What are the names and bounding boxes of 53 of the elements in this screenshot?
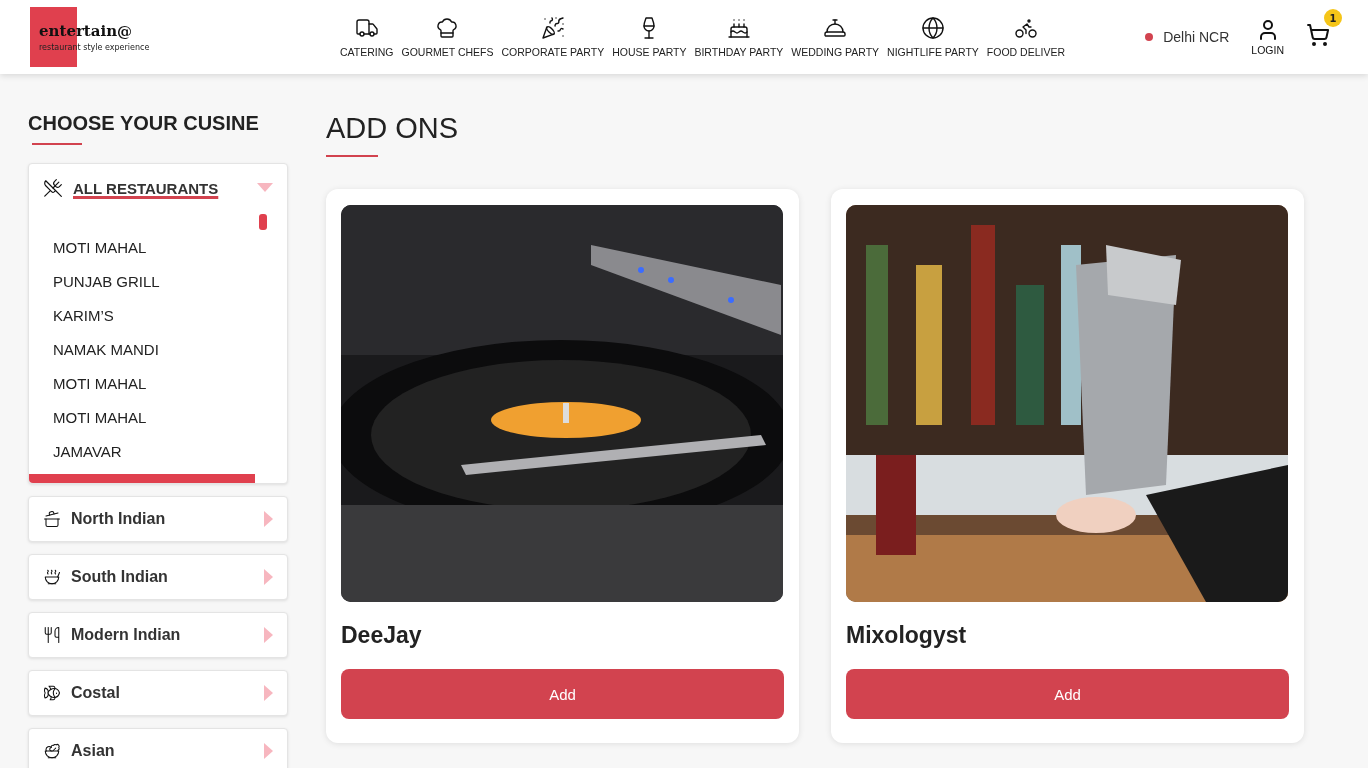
category-item[interactable]: Costal	[28, 670, 288, 716]
nav-link[interactable]: WEDDING PARTY	[791, 16, 880, 58]
category-label: Asian	[71, 742, 116, 760]
cooking-pot-icon	[43, 510, 61, 528]
category-item[interactable]: Asian	[28, 728, 288, 768]
add-button[interactable]: Add	[341, 669, 784, 719]
nav-link[interactable]: NIGHTLIFE PARTY	[887, 16, 979, 58]
addon-name: DeeJay	[341, 622, 423, 649]
restaurant-item[interactable]: PUNJAB GRILL	[53, 264, 287, 298]
utensils-icon	[43, 626, 61, 644]
party-popper-icon	[540, 16, 565, 40]
category-label: Modern Indian	[71, 626, 182, 644]
nav-link[interactable]: CATERING	[340, 16, 394, 58]
restaurant-item[interactable]: KARIM’S	[53, 298, 287, 332]
utensils-icon	[43, 178, 63, 198]
category-item[interactable]: North Indian	[28, 496, 288, 542]
category-label: ALL RESTAURANTS	[73, 179, 219, 197]
section-heading: CHOOSE YOUR CUSINE	[28, 112, 260, 135]
location-label[interactable]: Delhi NCR	[1163, 29, 1230, 45]
category-label: Costal	[71, 684, 121, 702]
login-link[interactable]: LOGIN	[1251, 18, 1284, 56]
cart-badge: 1	[1324, 9, 1342, 27]
nav-link[interactable]: BIRTHDAY PARTY	[694, 16, 784, 58]
nav-link[interactable]: FOOD DELIVER	[986, 16, 1066, 58]
restaurant-item[interactable]: MOTI MAHAL	[53, 230, 287, 264]
nav-link[interactable]: GOURMET CHEFS	[401, 16, 494, 58]
globe-icon	[920, 16, 945, 40]
nav-link[interactable]: CORPORATE PARTY	[501, 16, 605, 58]
scrollbar-thumb[interactable]	[29, 474, 255, 483]
bicycle-icon	[1013, 16, 1038, 40]
nav-link[interactable]: HOUSE PARTY	[612, 16, 687, 58]
cloche-icon	[823, 16, 848, 40]
restaurant-item[interactable]: MOTI MAHAL	[53, 400, 287, 434]
truck-icon	[354, 16, 379, 40]
location-dot	[1145, 33, 1154, 41]
fish-icon	[43, 684, 61, 702]
soup-bowl-icon	[43, 568, 61, 586]
category-item[interactable]: Modern Indian	[28, 612, 288, 658]
category-label: North Indian	[71, 510, 167, 528]
restaurant-item[interactable]: JAMAVAR	[53, 434, 287, 468]
chef-icon	[435, 16, 460, 40]
cake-icon	[726, 16, 751, 40]
add-button[interactable]: Add	[846, 669, 1289, 719]
scrollbar-thumb[interactable]	[259, 214, 267, 230]
category-header[interactable]: ALL RESTAURANTS	[29, 164, 287, 212]
addon-name: Mixologyst	[846, 622, 968, 649]
cart-icon[interactable]	[1306, 23, 1330, 47]
restaurant-item[interactable]: MOTI MAHAL	[53, 366, 287, 400]
restaurant-item[interactable]: NAMAK MANDI	[53, 332, 287, 366]
category-label: South Indian	[71, 568, 169, 586]
category-item[interactable]: South Indian	[28, 554, 288, 600]
salad-bowl-icon	[43, 742, 61, 760]
page-title: ADD ONS	[326, 112, 460, 145]
